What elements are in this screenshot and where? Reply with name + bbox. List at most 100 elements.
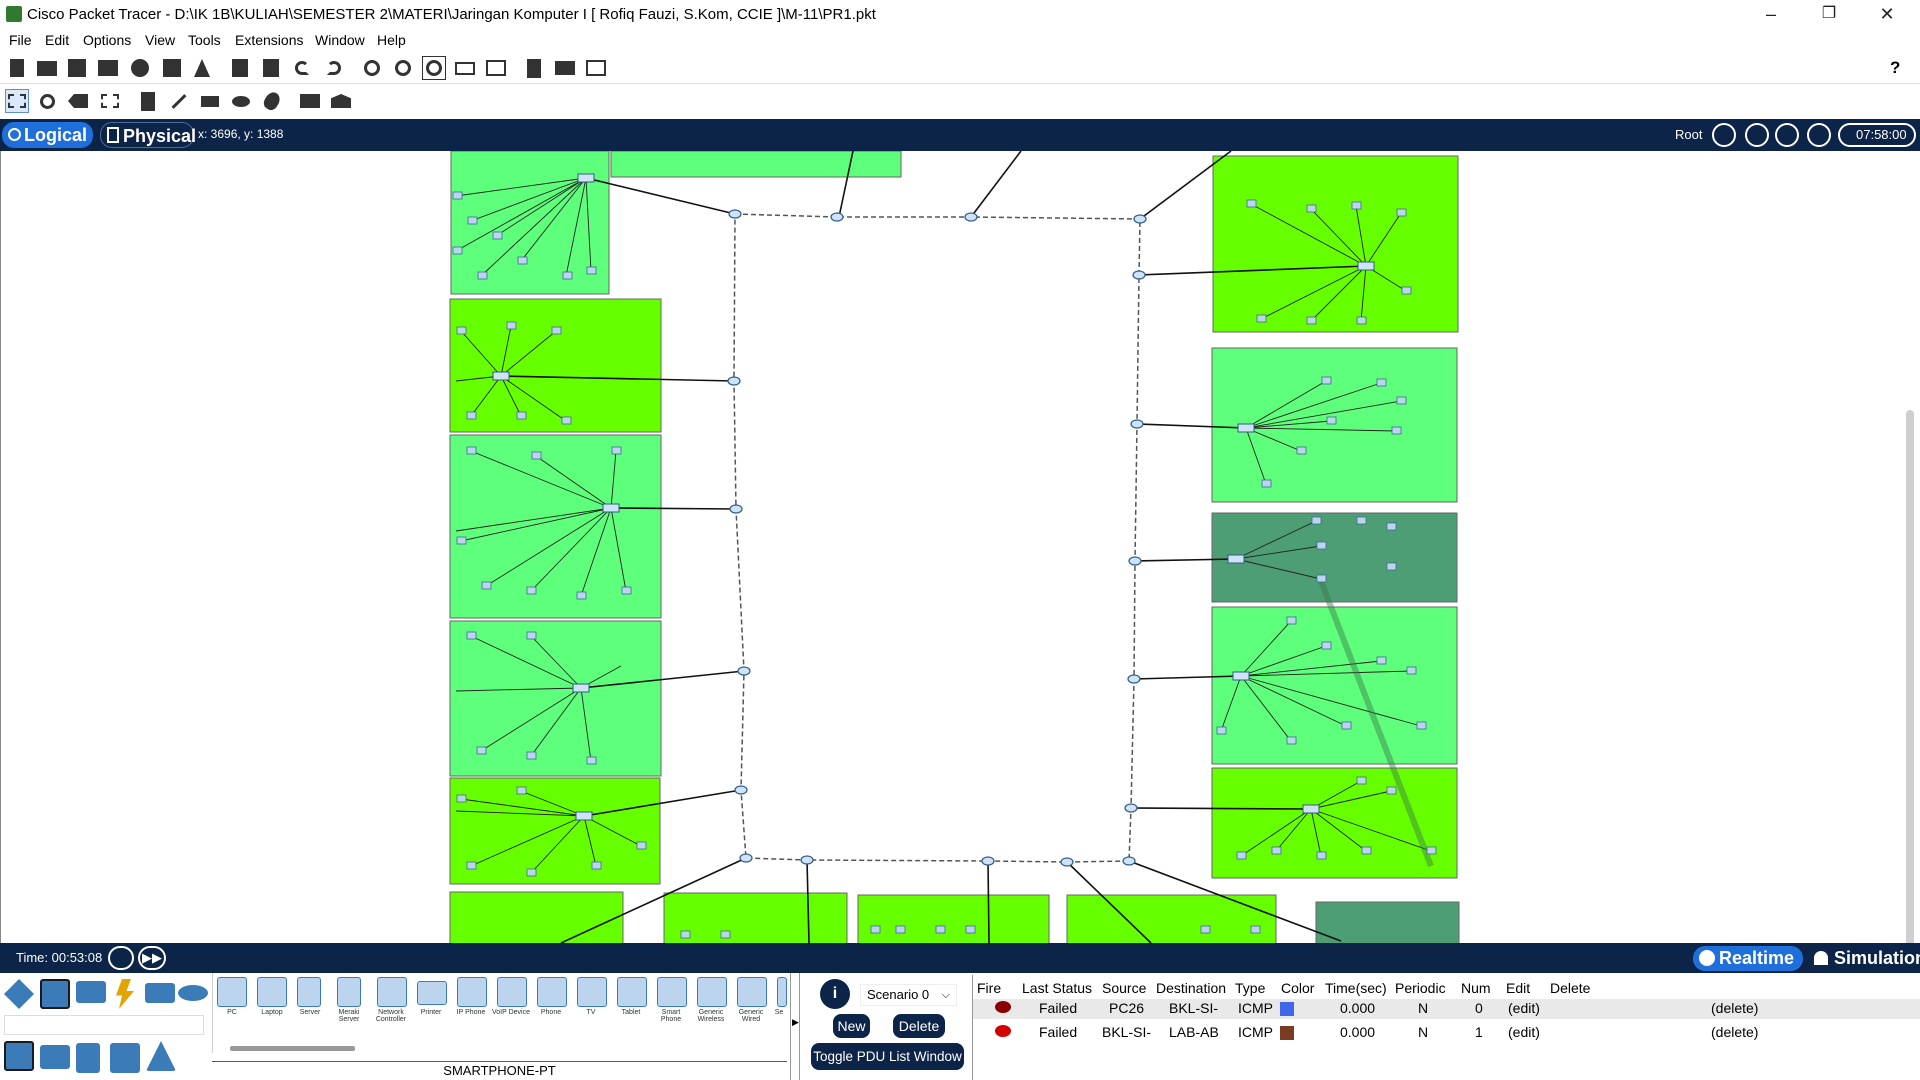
realtime-tab[interactable]: Realtime — [1693, 946, 1803, 971]
minimize-button[interactable]: – — [1742, 0, 1800, 30]
network-controller-icon[interactable] — [377, 977, 407, 1007]
panel-splitter[interactable]: ▶ — [790, 973, 800, 1080]
connections-icon[interactable] — [116, 979, 134, 1009]
laptop-icon[interactable] — [257, 977, 287, 1007]
power-cycle-icon[interactable] — [108, 946, 134, 970]
new-scenario-button[interactable]: New — [833, 1014, 870, 1038]
pdu-edit-link[interactable]: (edit) — [1508, 1000, 1540, 1016]
menu-options[interactable]: Options — [83, 32, 131, 48]
pc-icon[interactable] — [217, 977, 247, 1007]
menu-extensions[interactable]: Extensions — [235, 32, 303, 48]
device-search-field[interactable] — [4, 1015, 204, 1035]
set-background-icon[interactable] — [1807, 123, 1831, 147]
ip-phone-icon[interactable] — [457, 977, 487, 1007]
meraki-server-icon[interactable] — [337, 977, 361, 1007]
root-label[interactable]: Root — [1675, 127, 1702, 142]
menu-tools[interactable]: Tools — [188, 32, 221, 48]
pdu-row[interactable]: Failed BKL-SI- LAB-AB ICMP 0.000 N 1 (ed… — [973, 1023, 1920, 1043]
open-folder-icon[interactable] — [35, 56, 59, 80]
col-type[interactable]: Type — [1235, 980, 1265, 996]
draw-rectangle-icon[interactable] — [198, 89, 222, 113]
end-devices-icon[interactable] — [40, 979, 70, 1009]
tv-icon[interactable] — [577, 977, 607, 1007]
smart-phone-icon[interactable] — [657, 977, 687, 1007]
undo-icon[interactable] — [290, 56, 314, 80]
device-list-scrollbar[interactable] — [230, 1046, 355, 1051]
components-icon[interactable] — [76, 981, 106, 1003]
delete-scenario-button[interactable]: Delete — [893, 1014, 945, 1038]
generic-wireless-icon[interactable] — [697, 977, 727, 1007]
drawing-palette-icon[interactable] — [453, 56, 477, 80]
home-icon[interactable] — [40, 1045, 70, 1069]
sensor-icon[interactable] — [777, 977, 787, 1007]
pdu-info-icon[interactable]: i — [820, 979, 850, 1009]
col-delete[interactable]: Delete — [1550, 980, 1590, 996]
phone-icon[interactable] — [537, 977, 567, 1007]
logical-workspace[interactable] — [0, 151, 1920, 943]
fire-icon[interactable] — [995, 1001, 1011, 1013]
col-time[interactable]: Time(sec) — [1325, 980, 1387, 996]
logical-tab[interactable]: Logical — [2, 122, 93, 148]
copy-icon[interactable] — [228, 56, 252, 80]
cluster-icon[interactable] — [1745, 123, 1769, 147]
freeform-icon[interactable] — [260, 89, 284, 113]
misc-icon[interactable] — [145, 983, 175, 1003]
activity-wizard-icon[interactable] — [190, 56, 214, 80]
close-button[interactable]: ✕ — [1858, 0, 1916, 30]
device-template-icon[interactable] — [553, 56, 577, 80]
col-source[interactable]: Source — [1102, 980, 1146, 996]
help-icon[interactable]: ? — [1890, 58, 1900, 78]
col-periodic[interactable]: Periodic — [1395, 980, 1446, 996]
info-icon[interactable] — [128, 56, 152, 80]
printer-icon[interactable] — [417, 981, 447, 1005]
generic-wired-icon[interactable] — [737, 977, 767, 1007]
notes-icon[interactable] — [522, 56, 546, 80]
select-icon[interactable] — [5, 89, 29, 113]
add-complex-pdu-icon[interactable] — [329, 89, 353, 113]
zoom-in-icon[interactable] — [360, 56, 384, 80]
restore-button[interactable]: ❐ — [1800, 0, 1858, 30]
workspace-vertical-scrollbar[interactable] — [1906, 410, 1914, 943]
col-num[interactable]: Num — [1461, 980, 1491, 996]
menu-file[interactable]: File — [9, 32, 32, 48]
scenario-select[interactable]: Scenario 0 ⌵ — [860, 984, 957, 1006]
save-icon[interactable] — [65, 56, 89, 80]
menu-view[interactable]: View — [145, 32, 175, 48]
zoom-out-icon[interactable] — [422, 56, 446, 80]
fast-forward-icon[interactable]: ▶▶ — [138, 946, 166, 970]
menu-window[interactable]: Window — [315, 32, 365, 48]
pdu-delete-link[interactable]: (delete) — [1711, 1000, 1758, 1016]
physical-tab[interactable]: Physical — [100, 122, 196, 148]
draw-line-icon[interactable] — [167, 89, 191, 113]
network-wizard-icon[interactable] — [160, 56, 184, 80]
place-note-icon[interactable] — [136, 89, 160, 113]
power-grid-icon[interactable] — [146, 1041, 176, 1071]
viewport-clock[interactable]: 07:58:00 — [1838, 123, 1916, 147]
col-fire[interactable]: Fire — [977, 980, 1001, 996]
simulation-tab[interactable]: Simulation — [1808, 946, 1920, 971]
custom-device-dialog-icon[interactable] — [484, 56, 508, 80]
new-file-icon[interactable] — [5, 56, 29, 80]
menu-help[interactable]: Help — [377, 32, 406, 48]
end-devices-sub-icon[interactable] — [4, 1041, 34, 1071]
delete-icon[interactable] — [66, 89, 90, 113]
smart-city-icon[interactable] — [76, 1043, 100, 1073]
resize-shape-icon[interactable] — [98, 89, 122, 113]
toggle-pdu-list-button[interactable]: Toggle PDU List Window — [811, 1043, 964, 1070]
col-destination[interactable]: Destination — [1156, 980, 1226, 996]
print-icon[interactable] — [96, 56, 120, 80]
add-simple-pdu-icon[interactable] — [298, 89, 322, 113]
network-devices-icon[interactable] — [4, 979, 34, 1009]
voip-device-icon[interactable] — [497, 977, 527, 1007]
menu-edit[interactable]: Edit — [45, 32, 69, 48]
col-last-status[interactable]: Last Status — [1022, 980, 1092, 996]
pdu-delete-link[interactable]: (delete) — [1711, 1024, 1758, 1040]
draw-ellipse-icon[interactable] — [229, 89, 253, 113]
fire-icon[interactable] — [995, 1025, 1011, 1037]
col-color[interactable]: Color — [1281, 980, 1314, 996]
multiuser-icon[interactable] — [178, 985, 208, 1001]
ipc-icon[interactable] — [584, 56, 608, 80]
tablet-icon[interactable] — [617, 977, 647, 1007]
paste-icon[interactable] — [259, 56, 283, 80]
pdu-edit-link[interactable]: (edit) — [1508, 1024, 1540, 1040]
